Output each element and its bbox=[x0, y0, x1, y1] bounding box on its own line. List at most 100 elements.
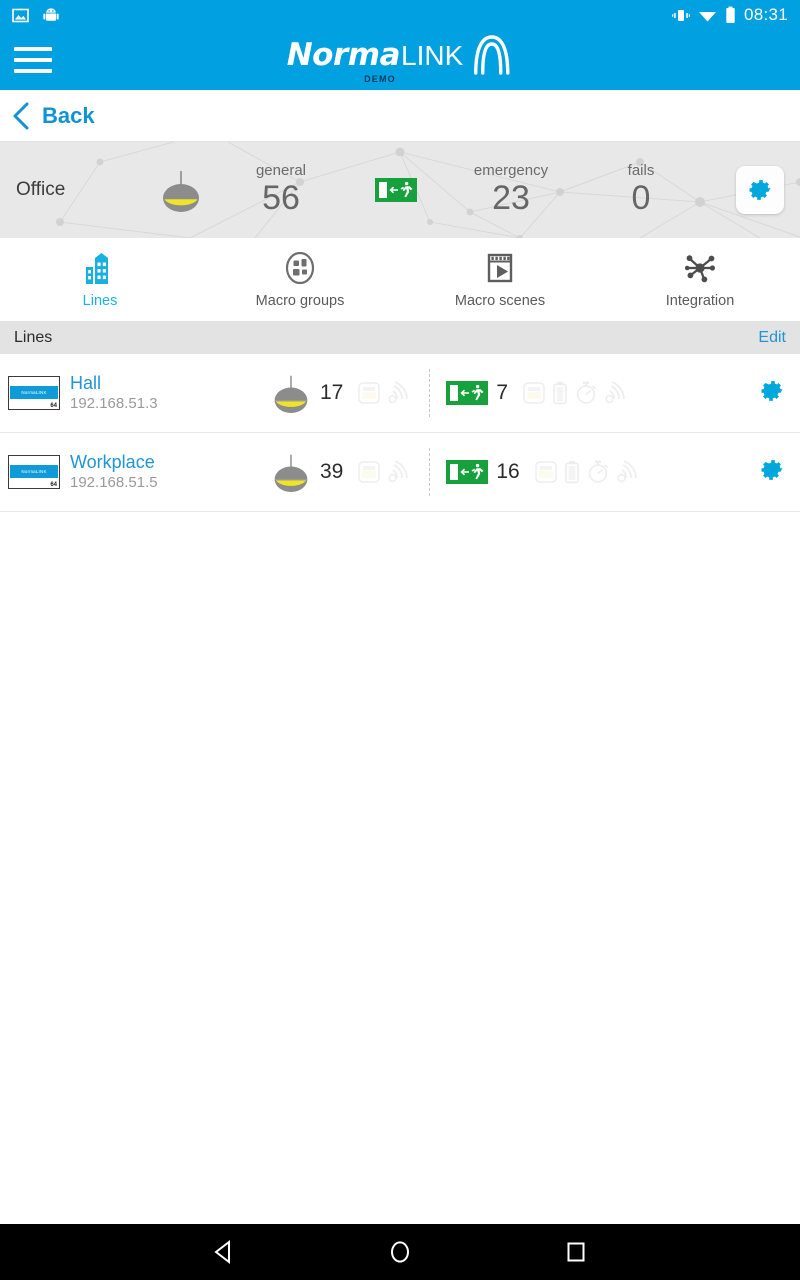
summary-lamp-icon-wrap bbox=[146, 168, 216, 212]
line-emergency-count: 7 bbox=[496, 381, 509, 404]
lamp-status-icon bbox=[534, 461, 557, 483]
status-bar-right-icons: 08:31 bbox=[671, 5, 788, 25]
back-bar[interactable]: Back bbox=[0, 90, 800, 142]
summary-metric-fails: fails 0 bbox=[576, 162, 706, 217]
table-row[interactable]: NormaLINK 64 Hall 192.168.51.3 17 7 bbox=[0, 354, 800, 433]
line-general-group: 39 bbox=[270, 452, 413, 492]
gear-icon[interactable] bbox=[758, 377, 786, 405]
line-emergency-group: 16 bbox=[446, 460, 641, 484]
line-info[interactable]: Workplace 192.168.51.5 bbox=[70, 451, 270, 494]
arch-logo-icon bbox=[473, 35, 509, 75]
line-name[interactable]: Hall bbox=[70, 372, 270, 395]
pendant-lamp-icon bbox=[163, 171, 199, 212]
image-icon bbox=[12, 8, 29, 22]
device-thumbnail: NormaLINK 64 bbox=[8, 455, 60, 489]
device-thumbnail-band: NormaLINK bbox=[10, 465, 58, 478]
line-emergency-count: 16 bbox=[496, 460, 520, 483]
tab-macro-scenes-label[interactable]: Macro scenes bbox=[455, 293, 545, 309]
back-label[interactable]: Back bbox=[42, 103, 95, 129]
logo-row: Norma LINK bbox=[286, 35, 514, 75]
recents-square-icon[interactable] bbox=[563, 1239, 589, 1265]
lines-edit-button[interactable]: Edit bbox=[758, 329, 786, 347]
line-settings-button[interactable] bbox=[758, 377, 786, 410]
summary-metric-general: general 56 bbox=[216, 162, 346, 217]
pendant-lamp-icon bbox=[274, 375, 308, 413]
device-thumbnail-label: NormaLINK bbox=[21, 390, 47, 395]
row-divider bbox=[429, 448, 431, 496]
tab-bar: Lines Macro groups Macro scenes Integrat… bbox=[0, 238, 800, 322]
summary-content: Office general 56 emergency 23 fails 0 bbox=[0, 142, 800, 238]
app-bar: Norma LINK DEMO bbox=[0, 30, 800, 90]
lines-section-header: Lines Edit bbox=[0, 322, 800, 354]
summary-bar: Office general 56 emergency 23 fails 0 bbox=[0, 142, 800, 238]
gear-icon[interactable] bbox=[758, 456, 786, 484]
line-emergency-status-icons bbox=[534, 460, 642, 484]
gear-icon[interactable] bbox=[746, 176, 774, 204]
integration-network-icon[interactable] bbox=[682, 250, 718, 286]
macro-groups-icon[interactable] bbox=[282, 250, 318, 286]
line-info[interactable]: Hall 192.168.51.3 bbox=[70, 372, 270, 415]
line-emergency-status-icons bbox=[522, 381, 630, 405]
device-thumbnail-number: 64 bbox=[50, 482, 57, 488]
line-general-group: 17 bbox=[270, 373, 413, 413]
device-thumbnail-label: NormaLINK bbox=[21, 469, 47, 474]
line-general-count: 39 bbox=[320, 460, 344, 483]
summary-metric-emergency-value: 23 bbox=[492, 179, 530, 218]
signal-status-icon bbox=[605, 381, 625, 404]
emergency-exit-icon bbox=[375, 178, 417, 202]
timer-status-icon bbox=[588, 460, 608, 483]
status-bar-left-icons bbox=[12, 7, 59, 24]
summary-settings-button[interactable] bbox=[736, 166, 784, 214]
signal-status-icon bbox=[617, 460, 637, 483]
signal-status-icon bbox=[388, 381, 409, 404]
line-ip-address: 192.168.51.5 bbox=[70, 474, 158, 492]
app-logo: Norma LINK DEMO bbox=[286, 35, 514, 84]
line-general-status-icons bbox=[357, 460, 413, 484]
timer-status-icon bbox=[576, 381, 597, 404]
tab-lines-label[interactable]: Lines bbox=[83, 293, 118, 309]
vibrate-icon bbox=[671, 9, 690, 21]
logo-primary-text: Norma bbox=[286, 37, 401, 73]
summary-metric-fails-label: fails bbox=[627, 162, 655, 180]
tab-integration[interactable]: Integration bbox=[600, 250, 800, 309]
back-triangle-icon[interactable] bbox=[211, 1239, 237, 1265]
row-divider bbox=[429, 369, 431, 417]
tab-macro-groups-label[interactable]: Macro groups bbox=[256, 293, 345, 309]
lamp-status-icon bbox=[523, 382, 545, 404]
tab-lines[interactable]: Lines bbox=[0, 250, 200, 309]
hamburger-menu-icon[interactable] bbox=[14, 47, 52, 73]
lamp-status-icon bbox=[358, 461, 381, 483]
summary-metric-general-label: general bbox=[255, 162, 307, 180]
battery-icon bbox=[726, 6, 735, 23]
summary-metric-general-value: 56 bbox=[262, 179, 300, 218]
summary-metric-fails-value: 0 bbox=[631, 179, 651, 218]
status-bar: 08:31 bbox=[0, 0, 800, 30]
pendant-lamp-icon bbox=[274, 454, 308, 492]
battery-status-icon bbox=[564, 461, 579, 484]
tab-macro-groups[interactable]: Macro groups bbox=[200, 250, 400, 309]
summary-metric-emergency-label: emergency bbox=[473, 162, 549, 180]
summary-title: Office bbox=[16, 179, 66, 200]
emergency-exit-icon bbox=[446, 381, 489, 405]
summary-exit-icon-wrap bbox=[346, 178, 446, 202]
line-settings-button[interactable] bbox=[758, 456, 786, 489]
android-robot-icon bbox=[43, 7, 59, 21]
buildings-icon[interactable] bbox=[82, 250, 118, 286]
chevron-left-icon[interactable] bbox=[10, 101, 32, 131]
summary-metric-emergency: emergency 23 bbox=[446, 162, 576, 217]
status-bar-clock: 08:31 bbox=[743, 5, 788, 24]
app-screen: 08:31 Norma LINK DEMO Back Office genera… bbox=[0, 0, 800, 1280]
line-general-count: 17 bbox=[320, 381, 344, 404]
device-thumbnail-band: NormaLINK bbox=[10, 386, 58, 399]
lines-section-title: Lines bbox=[14, 329, 53, 346]
tab-macro-scenes[interactable]: Macro scenes bbox=[400, 250, 600, 309]
logo-secondary-text: LINK bbox=[401, 39, 464, 71]
device-thumbnail-number: 64 bbox=[50, 403, 57, 409]
emergency-exit-icon bbox=[446, 460, 489, 484]
table-row[interactable]: NormaLINK 64 Workplace 192.168.51.5 39 1… bbox=[0, 433, 800, 512]
home-circle-icon[interactable] bbox=[387, 1239, 413, 1265]
macro-scenes-icon[interactable] bbox=[482, 250, 518, 286]
line-name[interactable]: Workplace bbox=[70, 451, 270, 474]
tab-integration-label[interactable]: Integration bbox=[666, 293, 735, 309]
line-general-status-icons bbox=[357, 381, 413, 405]
